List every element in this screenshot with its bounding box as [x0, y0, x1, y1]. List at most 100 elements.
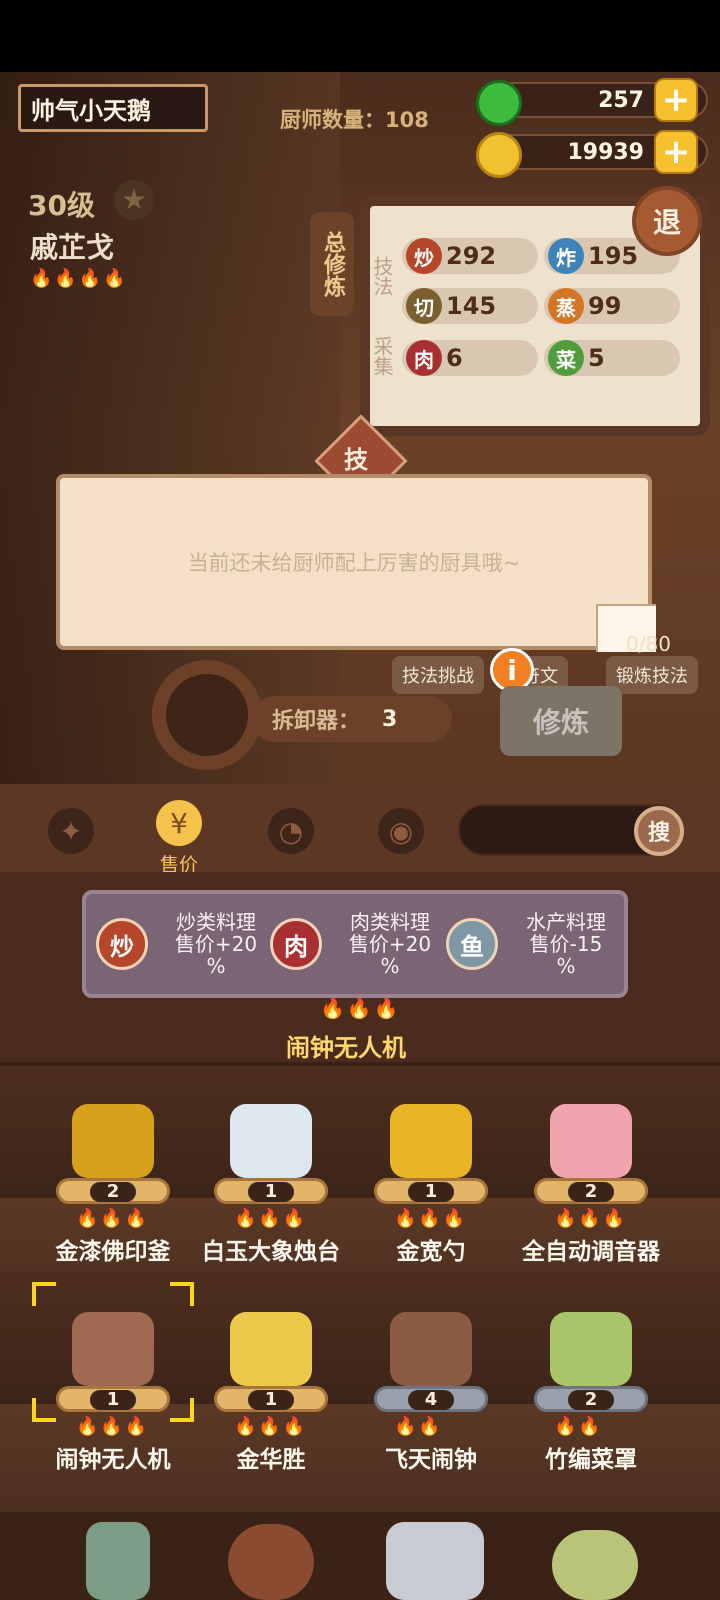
- search-label: 搜: [647, 821, 670, 846]
- pan-filter-icon[interactable]: ◔: [268, 808, 314, 854]
- skill-value: 292: [446, 242, 497, 270]
- technique-challenge-button[interactable]: 技法挑战: [392, 656, 484, 694]
- item-flames: 🔥🔥🔥: [554, 1208, 628, 1229]
- train-button[interactable]: 修炼: [500, 686, 622, 756]
- item-card[interactable]: 4 🔥🔥 飞天闹钟: [356, 1300, 506, 1520]
- search-button[interactable]: 搜: [634, 806, 684, 856]
- collect-veg: 菜 5: [544, 340, 680, 376]
- bonus-line: %: [556, 954, 576, 978]
- total-training-label: 总修炼: [310, 212, 354, 316]
- equipped-item-flames: 🔥🔥🔥: [320, 996, 401, 1020]
- chef-count: 厨师数量：108: [280, 108, 429, 132]
- bonus-text: 水产料理 售价-15 %: [508, 911, 624, 977]
- item-art: [230, 1104, 312, 1178]
- selection-corner: [170, 1282, 194, 1306]
- item-flames: 🔥🔥🔥: [394, 1208, 468, 1229]
- item-flames: 🔥🔥🔥: [76, 1416, 150, 1437]
- item-art: [550, 1104, 632, 1178]
- collect-meat: 肉 6: [402, 340, 538, 376]
- item-card-selected[interactable]: 1 🔥🔥🔥 闹钟无人机: [32, 1282, 194, 1520]
- coin-icon: [476, 132, 522, 178]
- item-count: 1: [90, 1390, 136, 1410]
- item-name: 白玉大象烛台: [202, 1239, 340, 1265]
- star-icon[interactable]: ★: [114, 180, 154, 220]
- skill-steam: 蒸 99: [544, 288, 680, 324]
- skill-value: 99: [588, 292, 622, 320]
- item-card[interactable]: 1 🔥🔥🔥 金宽勺: [356, 1092, 506, 1312]
- bonus-line: %: [380, 954, 400, 978]
- stir-fry-icon: 炒: [96, 918, 148, 970]
- item-art: [390, 1104, 472, 1178]
- equipment-slot[interactable]: [152, 660, 262, 770]
- collect-label: 采集: [370, 336, 394, 376]
- chef-flame-rating: 🔥🔥🔥🔥: [30, 268, 128, 289]
- steam-icon: 蒸: [548, 288, 584, 324]
- vegetable-icon: 菜: [548, 340, 584, 376]
- selection-corner: [32, 1282, 56, 1306]
- bonus-line: 售价+20: [348, 932, 432, 956]
- skill-value: 5: [588, 344, 605, 372]
- price-filter-icon[interactable]: ¥: [156, 800, 202, 846]
- remover-label: 拆卸器：: [272, 709, 361, 734]
- selection-corner: [170, 1398, 194, 1422]
- fire-filter-icon[interactable]: ◉: [378, 808, 424, 854]
- knife-filter-icon[interactable]: ✦: [48, 808, 94, 854]
- partial-item-art: [552, 1530, 638, 1600]
- chef-name: 戚芷戈: [30, 231, 115, 264]
- item-flames: 🔥🔥: [394, 1416, 443, 1437]
- item-count: 2: [568, 1182, 614, 1202]
- exit-button[interactable]: 退: [632, 186, 702, 256]
- item-flames: 🔥🔥🔥: [234, 1416, 308, 1437]
- skill-value: 195: [588, 242, 639, 270]
- item-card[interactable]: 1 🔥🔥🔥 金华胜: [196, 1300, 346, 1520]
- partial-item-art: [228, 1524, 314, 1600]
- bonus-stir-fry: 炒 炒类料理 售价+20 %: [96, 904, 276, 984]
- bonus-text: 炒类料理 售价+20 %: [158, 911, 274, 977]
- tip-dialog: 当前还未给厨师配上厉害的厨具哦~: [56, 474, 652, 650]
- jade-icon: [476, 80, 522, 126]
- item-card[interactable]: 2 🔥🔥🔥 全自动调音器: [516, 1092, 666, 1312]
- bonus-text: 肉类料理 售价+20 %: [332, 911, 448, 977]
- selection-corner: [32, 1398, 56, 1422]
- forge-technique-button[interactable]: 锻炼技法: [606, 656, 698, 694]
- add-jade-button[interactable]: +: [654, 78, 698, 122]
- skill-value: 145: [446, 292, 497, 320]
- item-count: 4: [408, 1390, 454, 1410]
- jade-value: 257: [598, 87, 644, 113]
- meat-icon: 肉: [270, 918, 322, 970]
- chef-level: 30级: [28, 189, 95, 222]
- fry-icon: 炸: [548, 238, 584, 274]
- skill-cut: 切 145: [402, 288, 538, 324]
- skill-badge-label: 技: [344, 446, 368, 474]
- bonus-seafood: 鱼 水产料理 售价-15 %: [446, 904, 626, 984]
- item-card[interactable]: 2 🔥🔥 竹编菜罩: [516, 1300, 666, 1520]
- item-art: [550, 1312, 632, 1386]
- item-card[interactable]: 1 🔥🔥🔥 白玉大象烛台: [196, 1092, 346, 1312]
- bonus-line: %: [206, 954, 226, 978]
- item-name: 金宽勺: [396, 1239, 466, 1265]
- fish-icon: 鱼: [446, 918, 498, 970]
- meat-icon: 肉: [406, 340, 442, 376]
- bonus-meat: 肉 肉类料理 售价+20 %: [270, 904, 450, 984]
- add-coin-button[interactable]: +: [654, 130, 698, 174]
- exit-label: 退: [652, 206, 681, 239]
- player-name-box[interactable]: 帅气小天鹅: [18, 84, 208, 132]
- item-count: 1: [408, 1182, 454, 1202]
- coin-value: 19939: [567, 139, 644, 165]
- item-flames: 🔥🔥🔥: [76, 1208, 150, 1229]
- item-name: 飞天闹钟: [385, 1447, 477, 1473]
- tip-message: 当前还未给厨师配上厉害的厨具哦~: [187, 551, 521, 575]
- skill-value: 6: [446, 344, 463, 372]
- item-card[interactable]: 2 🔥🔥🔥 金漆佛印釜: [38, 1092, 188, 1312]
- cut-icon: 切: [406, 288, 442, 324]
- bonus-line: 售价-15: [529, 932, 603, 956]
- tech-label: 技法: [370, 256, 394, 296]
- item-count: 1: [248, 1182, 294, 1202]
- training-progress: 0/80: [626, 632, 671, 656]
- stir-fry-icon: 炒: [406, 238, 442, 274]
- item-name: 金漆佛印釜: [55, 1239, 171, 1265]
- equipped-item-name: 闹钟无人机: [286, 1034, 406, 1062]
- item-name: 闹钟无人机: [55, 1447, 171, 1473]
- item-count: 2: [568, 1390, 614, 1410]
- bonus-line: 炒类料理: [176, 910, 256, 934]
